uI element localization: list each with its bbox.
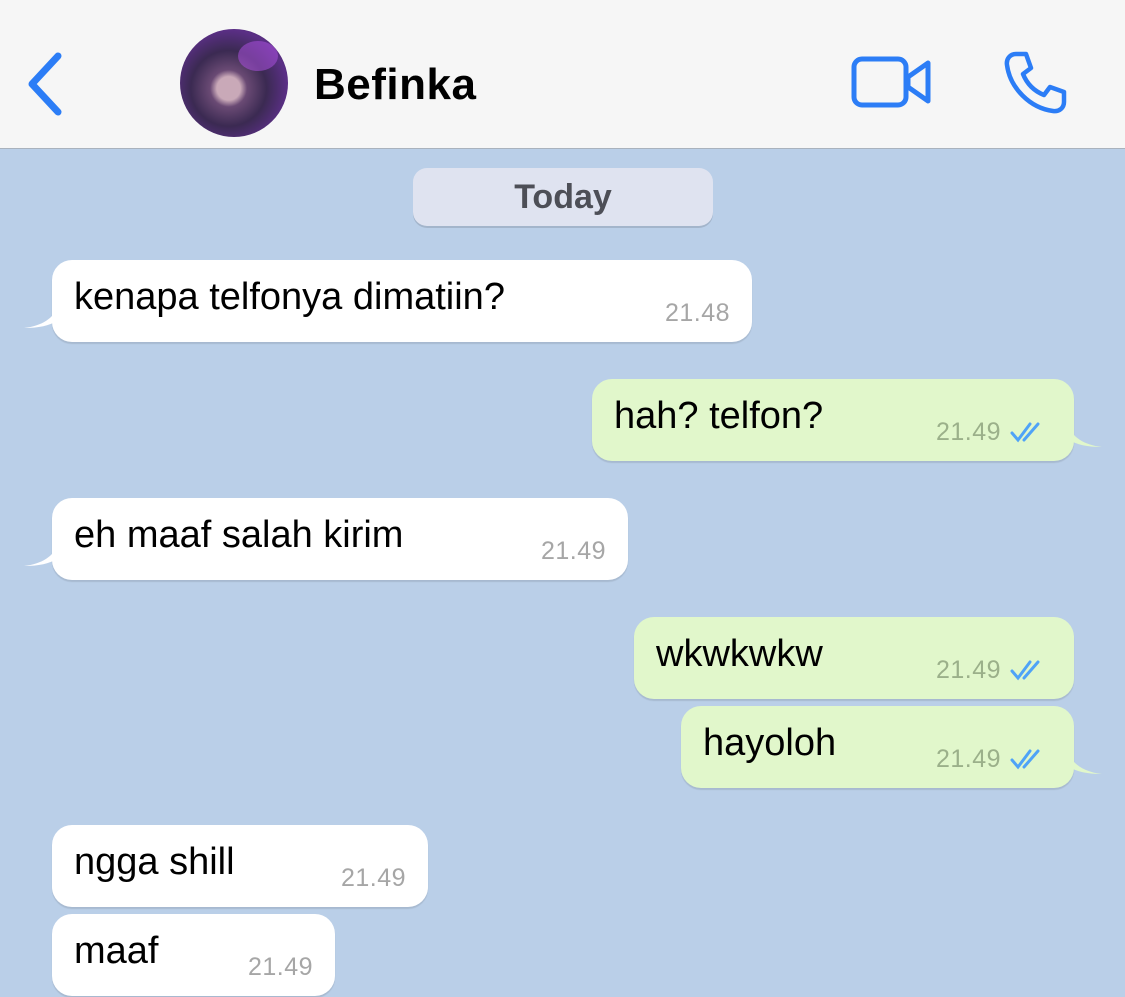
avatar[interactable] xyxy=(180,29,288,137)
bubble-tail xyxy=(24,306,58,328)
date-separator: Today xyxy=(413,168,713,226)
message-text: ngga shill xyxy=(74,841,235,883)
double-check-icon xyxy=(1010,422,1040,443)
message-text: hayoloh xyxy=(703,722,837,764)
message-time: 21.49 xyxy=(935,745,1001,773)
bubble-tail xyxy=(24,544,58,566)
message-time: 21.49 xyxy=(247,953,313,981)
message-text: hah? telfon? xyxy=(614,395,824,437)
bubble-tail xyxy=(1068,425,1102,447)
message-bubble-incoming[interactable]: ngga shill 21.49 xyxy=(52,825,428,907)
message-bubble-outgoing[interactable]: wkwkwkw 21.49 xyxy=(634,617,1074,699)
message-text: kenapa telfonya dimatiin? xyxy=(74,276,505,318)
double-check-icon xyxy=(1010,660,1040,681)
message-text: wkwkwkw xyxy=(656,633,823,675)
chat-header: Befinka xyxy=(0,0,1125,149)
message-bubble-incoming[interactable]: maaf 21.49 xyxy=(52,914,335,996)
message-text: maaf xyxy=(74,930,159,972)
back-chevron-icon[interactable] xyxy=(22,50,70,118)
message-time: 21.48 xyxy=(664,299,730,327)
message-time: 21.49 xyxy=(540,537,606,565)
message-text: eh maaf salah kirim xyxy=(74,514,404,556)
video-camera-icon[interactable] xyxy=(850,55,932,109)
message-bubble-incoming[interactable]: kenapa telfonya dimatiin? 21.48 xyxy=(24,260,752,342)
message-bubble-outgoing[interactable]: hah? telfon? 21.49 xyxy=(592,379,1102,461)
double-check-icon xyxy=(1010,749,1040,770)
message-time: 21.49 xyxy=(340,864,406,892)
message-bubble-outgoing[interactable]: hayoloh 21.49 xyxy=(681,706,1102,788)
bubble-tail xyxy=(1068,752,1102,774)
contact-name[interactable]: Befinka xyxy=(314,60,476,110)
message-time: 21.49 xyxy=(935,656,1001,684)
phone-icon[interactable] xyxy=(1002,50,1068,116)
message-bubble-incoming[interactable]: eh maaf salah kirim 21.49 xyxy=(24,498,628,580)
message-time: 21.49 xyxy=(935,418,1001,446)
